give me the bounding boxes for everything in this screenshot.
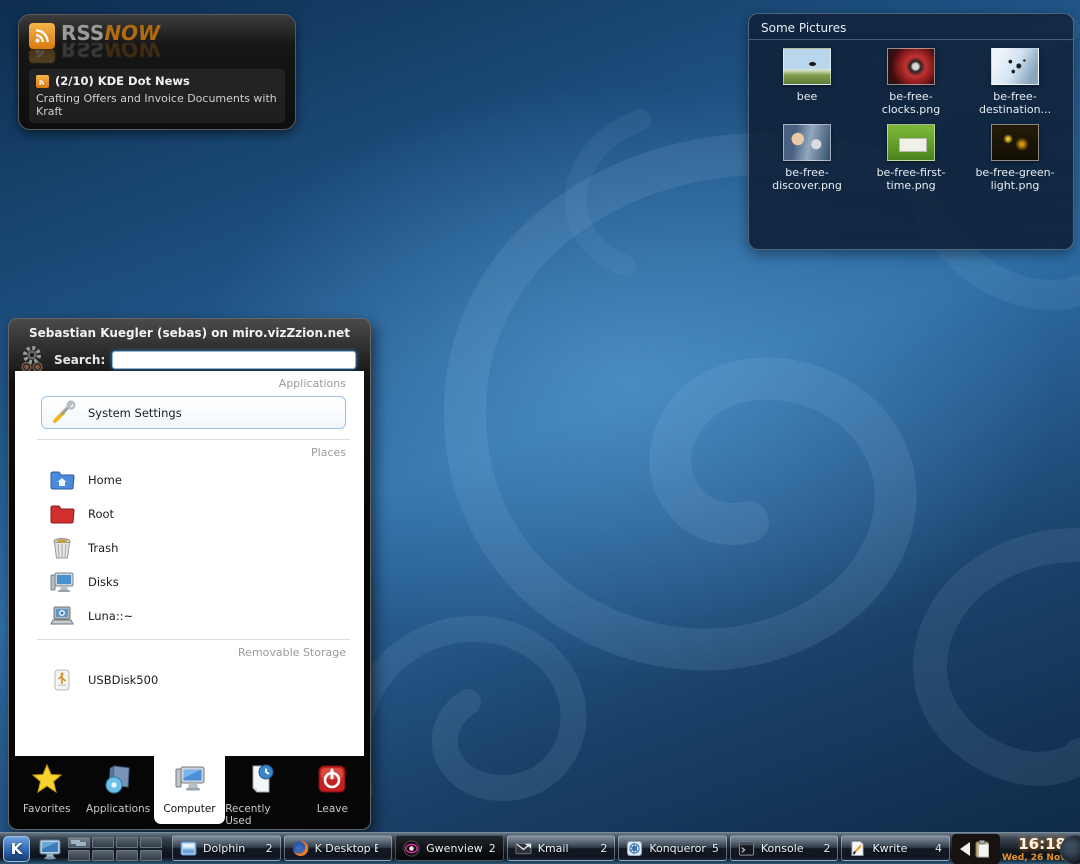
pager-desktop-3[interactable] — [116, 837, 138, 848]
recent-document-icon — [245, 763, 277, 795]
task-gwenview[interactable]: Gwenview 2 — [395, 835, 504, 861]
usb-drive-icon — [49, 667, 75, 693]
menu-item-home[interactable]: Home — [15, 463, 364, 497]
klipper-clipboard-icon[interactable] — [973, 839, 993, 859]
rss-headline: (2/10) KDE Dot News — [55, 74, 190, 88]
firefox-icon — [292, 840, 309, 857]
tab-computer[interactable]: Computer — [154, 756, 225, 824]
power-icon — [316, 763, 348, 795]
task-kwrite[interactable]: Kwrite 4 — [841, 835, 950, 861]
tab-recently-used[interactable]: Recently Used — [225, 756, 296, 829]
konqueror-icon — [626, 840, 643, 857]
konsole-icon — [738, 840, 755, 857]
rss-feed-icon — [36, 75, 49, 88]
rss-icon — [29, 23, 55, 49]
tab-leave[interactable]: Leave — [297, 756, 368, 829]
section-header-places: Places — [15, 440, 364, 463]
system-tray — [952, 834, 1000, 864]
kickoff-body: Applications System Settings Places Home — [15, 371, 364, 756]
kickoff-tabbar: Favorites Applications — [9, 756, 370, 829]
file-item-be-free-green-light[interactable]: be-free-green-light.png — [963, 124, 1067, 192]
star-icon — [31, 763, 63, 795]
task-konqueror[interactable]: Konqueror 5 — [618, 835, 727, 861]
task-manager: Dolphin 2 K Desktop Envir Gwenview — [172, 835, 950, 861]
kickoff-user-line: Sebastian Kuegler (sebas) on miro.vizZzi… — [9, 319, 370, 345]
pager-desktop-4[interactable] — [140, 837, 162, 848]
device-notifier-icon[interactable] — [37, 836, 63, 862]
system-settings-icon — [50, 400, 76, 426]
task-kmail[interactable]: Kmail 2 — [507, 835, 616, 861]
rssnow-wordmark: RSSNOW — [61, 23, 160, 43]
thumbnail-be-free-green-light — [991, 124, 1039, 161]
search-label: Search: — [54, 353, 105, 367]
kmenu-letter: K — [11, 840, 23, 858]
gwenview-icon — [403, 840, 420, 857]
clock-date: Wed, 26 Nov — [1002, 854, 1066, 863]
applications-icon — [102, 763, 134, 795]
laptop-icon — [49, 603, 75, 629]
pager-desktop-5[interactable] — [68, 850, 90, 861]
pager-desktop-8[interactable] — [140, 850, 162, 861]
file-item-be-free-destination[interactable]: be-free-destination... — [963, 48, 1067, 116]
folderview-title: Some Pictures — [749, 14, 1073, 40]
pager-desktop-1[interactable] — [68, 837, 90, 848]
pager-desktop-6[interactable] — [92, 850, 114, 861]
menu-item-system-settings[interactable]: System Settings — [41, 396, 346, 429]
thumbnail-be-free-first-time — [887, 124, 935, 161]
kwrite-icon — [849, 840, 866, 857]
home-folder-icon — [49, 467, 75, 493]
file-item-be-free-discover[interactable]: be-free-discover.png — [755, 124, 859, 192]
root-folder-icon — [49, 501, 75, 527]
kickoff-launcher: Sebastian Kuegler (sebas) on miro.vizZzi… — [8, 318, 371, 830]
menu-item-disks[interactable]: Disks — [15, 565, 364, 599]
thumbnail-bee — [783, 48, 831, 85]
panel-toolbox-cashew[interactable] — [1060, 835, 1080, 864]
thumbnail-be-free-destination — [991, 48, 1039, 85]
clock-time: 16:18 — [1002, 837, 1066, 852]
tray-expand-arrow-icon[interactable] — [960, 842, 970, 856]
pager-desktop-7[interactable] — [116, 850, 138, 861]
menu-item-usbdisk500[interactable]: USBDisk500 — [15, 663, 364, 697]
pager-desktop-2[interactable] — [92, 837, 114, 848]
task-dolphin[interactable]: Dolphin 2 — [172, 835, 281, 861]
folderview-widget: Some Pictures bee be-free-clocks.png be-… — [748, 13, 1074, 250]
kmenu-button[interactable]: K — [3, 836, 30, 862]
menu-item-luna[interactable]: Luna::~ — [15, 599, 364, 633]
rssnow-wordmark-reflection: RSSNOW — [61, 43, 160, 59]
virtual-desktop-pager — [68, 837, 162, 861]
file-item-be-free-first-time[interactable]: be-free-first-time.png — [859, 124, 963, 192]
dolphin-icon — [180, 840, 197, 857]
folderview-grid: bee be-free-clocks.png be-free-destinati… — [749, 40, 1073, 192]
menu-item-trash[interactable]: Trash — [15, 531, 364, 565]
section-header-applications: Applications — [15, 371, 364, 394]
file-item-bee[interactable]: bee — [755, 48, 859, 116]
search-input[interactable] — [112, 351, 356, 369]
rss-summary: Crafting Offers and Invoice Documents wi… — [36, 92, 278, 118]
rss-icon-reflection — [29, 49, 55, 63]
file-item-be-free-clocks[interactable]: be-free-clocks.png — [859, 48, 963, 116]
rss-feed-item[interactable]: (2/10) KDE Dot News Crafting Offers and … — [29, 69, 285, 123]
task-konsole[interactable]: Konsole 2 — [730, 835, 839, 861]
menu-item-root[interactable]: Root — [15, 497, 364, 531]
desktop: RSSNOW RSSNOW (2/10) KDE Dot News Crafti… — [0, 0, 1080, 864]
section-header-removable-storage: Removable Storage — [15, 640, 364, 663]
trash-icon — [49, 535, 75, 561]
task-k-desktop-environment[interactable]: K Desktop Envir — [284, 835, 393, 861]
rssnow-logo: RSSNOW RSSNOW — [29, 23, 285, 67]
rssnow-widget: RSSNOW RSSNOW (2/10) KDE Dot News Crafti… — [18, 14, 296, 130]
thumbnail-be-free-clocks — [887, 48, 935, 85]
digital-clock[interactable]: 16:18 Wed, 26 Nov — [1002, 834, 1066, 863]
taskbar-panel: K — [0, 832, 1080, 864]
tab-favorites[interactable]: Favorites — [11, 756, 82, 829]
thumbnail-be-free-discover — [783, 124, 831, 161]
tab-applications[interactable]: Applications — [82, 756, 153, 829]
disks-icon — [49, 569, 75, 595]
computer-icon — [174, 763, 206, 795]
kmail-icon — [515, 840, 532, 857]
